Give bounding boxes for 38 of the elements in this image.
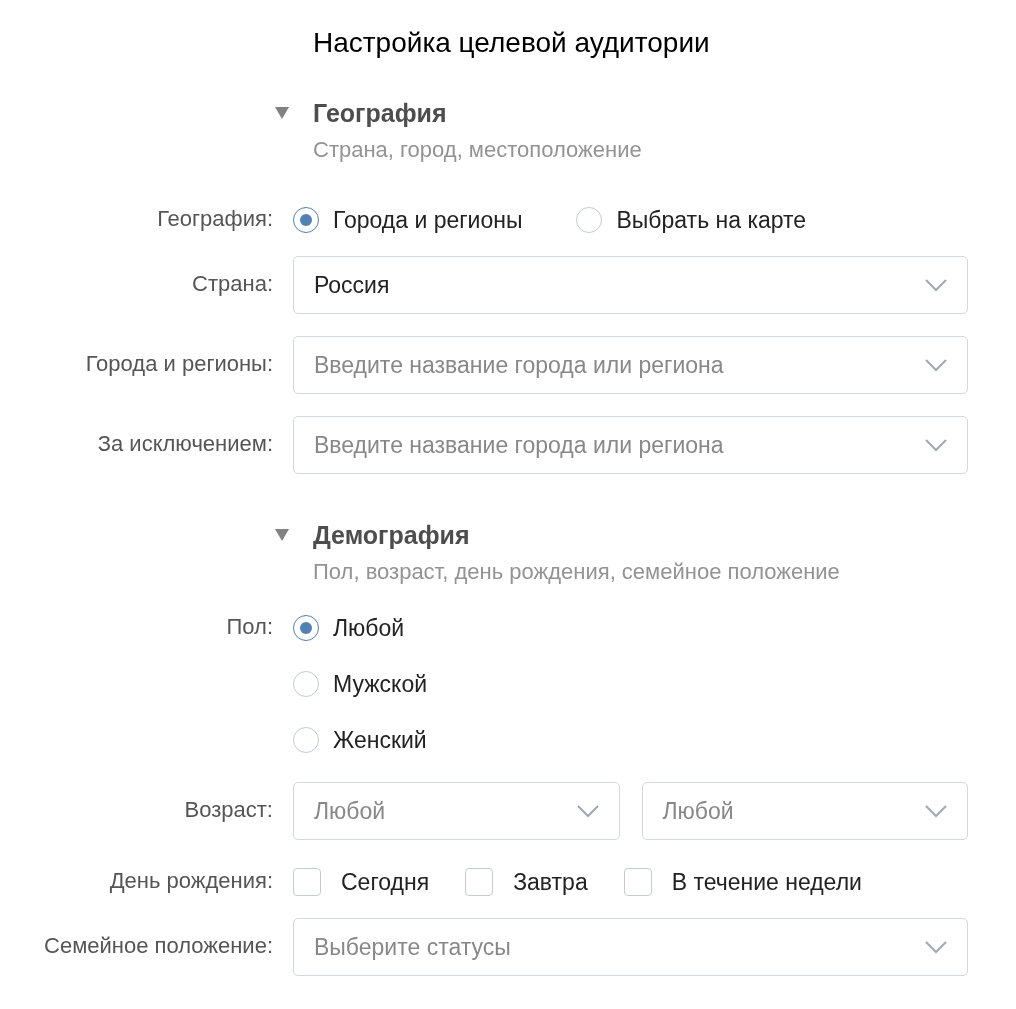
section-title: Демография [313, 520, 470, 550]
field-label: Пол: [225, 614, 274, 640]
chevron-down-icon [925, 940, 947, 954]
select-field[interactable]: Введите название города или региона [293, 416, 968, 474]
checkbox[interactable] [465, 868, 494, 896]
radio-option[interactable]: Города и регионы [293, 206, 523, 234]
checkbox[interactable] [293, 868, 321, 896]
field-label: Возраст: [183, 796, 274, 823]
radio-option[interactable]: Мужской [293, 670, 968, 698]
select-field[interactable]: Любой [641, 782, 968, 840]
field-label: День рождения: [108, 868, 274, 894]
chevron-down-icon [925, 438, 947, 452]
field-label: География: [156, 206, 274, 232]
section-subtitle: Пол, возраст, день рождения, семейное положение [313, 558, 841, 586]
chevron-down-icon [576, 804, 599, 818]
select-field[interactable]: Выберите статусы [293, 918, 968, 976]
select-field[interactable]: Любой [293, 782, 620, 840]
section-title: География [313, 98, 447, 128]
radio-option[interactable]: Любой [293, 614, 968, 642]
checkbox[interactable] [623, 868, 652, 896]
radio-option[interactable]: Выбрать на карте [576, 206, 807, 234]
field-label: Страна: [191, 270, 274, 297]
chevron-down-icon [925, 804, 947, 818]
select-field[interactable]: Россия [293, 256, 968, 314]
checkbox-option[interactable]: В течение недели [623, 868, 862, 896]
radio-option[interactable]: Женский [293, 726, 968, 754]
checkbox-option[interactable]: Завтра [465, 868, 588, 896]
triangle-down-icon[interactable] [275, 107, 289, 119]
select-field[interactable]: Введите название города или региона [293, 336, 968, 394]
field-label: Семейное положение: [43, 932, 274, 959]
field-label: Города и регионы: [84, 350, 274, 377]
page-title: Настройка целевой аудитории [313, 26, 711, 60]
chevron-down-icon [925, 278, 947, 292]
section-subtitle: Страна, город, местоположение [313, 136, 643, 164]
checkbox-option[interactable]: Сегодня [293, 868, 430, 896]
chevron-down-icon [925, 358, 947, 372]
triangle-down-icon[interactable] [275, 529, 289, 541]
field-label: За исключением: [96, 430, 274, 457]
